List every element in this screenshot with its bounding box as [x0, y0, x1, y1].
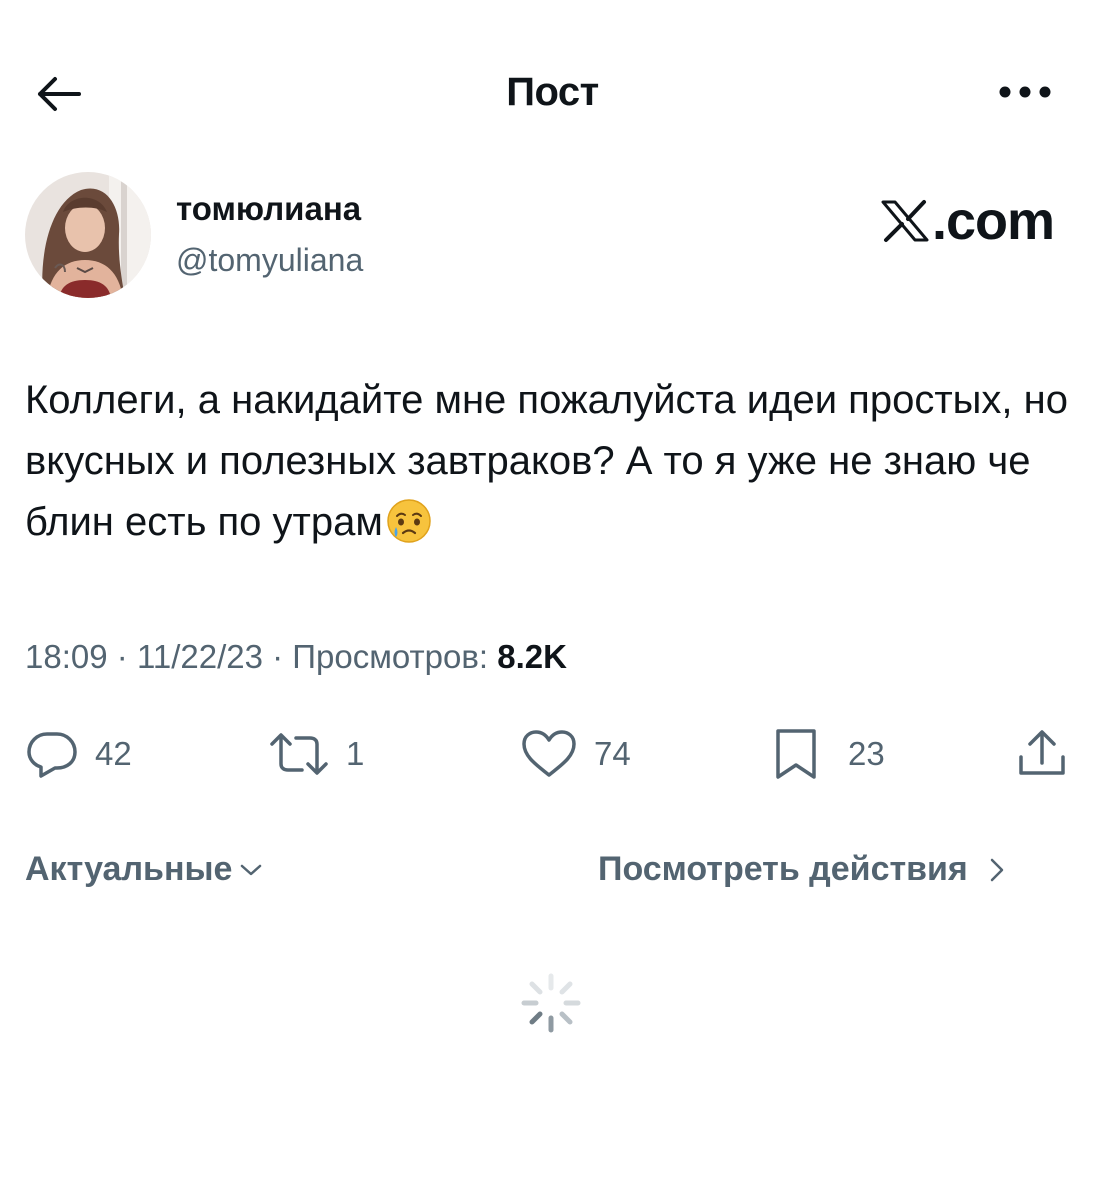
reply-icon [27, 732, 77, 778]
x-logo-icon [881, 200, 929, 242]
meta-separator: · [116, 638, 128, 675]
activity-label: Посмотреть действия [598, 850, 968, 888]
replies-sort-toggle[interactable]: Актуальные [25, 850, 264, 889]
sort-label: Актуальные [25, 850, 233, 888]
repost-icon [270, 733, 328, 775]
views-label: Просмотров: [292, 638, 489, 675]
views-count: 8.2K [497, 638, 567, 675]
author-display-name[interactable]: томюлиана [176, 190, 361, 228]
reply-button[interactable]: 42 [25, 724, 132, 784]
share-button[interactable] [1016, 724, 1068, 784]
like-button[interactable]: 74 [520, 724, 631, 784]
x-com-watermark: .com [880, 190, 1055, 252]
reply-count: 42 [95, 735, 132, 772]
bookmark-count: 23 [848, 735, 885, 772]
bookmark-icon [776, 729, 816, 779]
tweet-text-content: Коллеги, а накидайте мне пожалуйста идеи… [25, 378, 1068, 544]
tweet-meta: 18:09 · 11/22/23 · Просмотров: 8.2K [25, 638, 567, 676]
tweet-text: Коллеги, а накидайте мне пожалуйста идеи… [25, 370, 1085, 563]
watermark-text: .com [932, 191, 1055, 251]
author-handle[interactable]: @tomyuliana [176, 242, 363, 279]
page-title: Пост [506, 70, 599, 114]
like-icon [522, 730, 576, 777]
repost-button[interactable]: 1 [268, 724, 364, 784]
more-options-button[interactable] [990, 70, 1060, 114]
face-holding-back-tears-icon [385, 497, 433, 563]
tweet-time[interactable]: 18:09 [25, 638, 108, 675]
repost-count: 1 [346, 735, 365, 772]
share-icon [1019, 730, 1065, 775]
like-count: 74 [594, 735, 631, 772]
chevron-right-icon [990, 858, 1004, 881]
loading-spinner-icon [521, 973, 581, 1033]
bookmark-button[interactable]: 23 [772, 724, 885, 784]
chevron-down-icon [241, 864, 262, 875]
meta-separator: · [272, 638, 284, 675]
tweet-date[interactable]: 11/22/23 [137, 638, 263, 675]
view-activity-link[interactable]: Посмотреть действия [598, 850, 1010, 889]
avatar[interactable] [25, 172, 151, 298]
more-dots-icon [999, 86, 1051, 98]
